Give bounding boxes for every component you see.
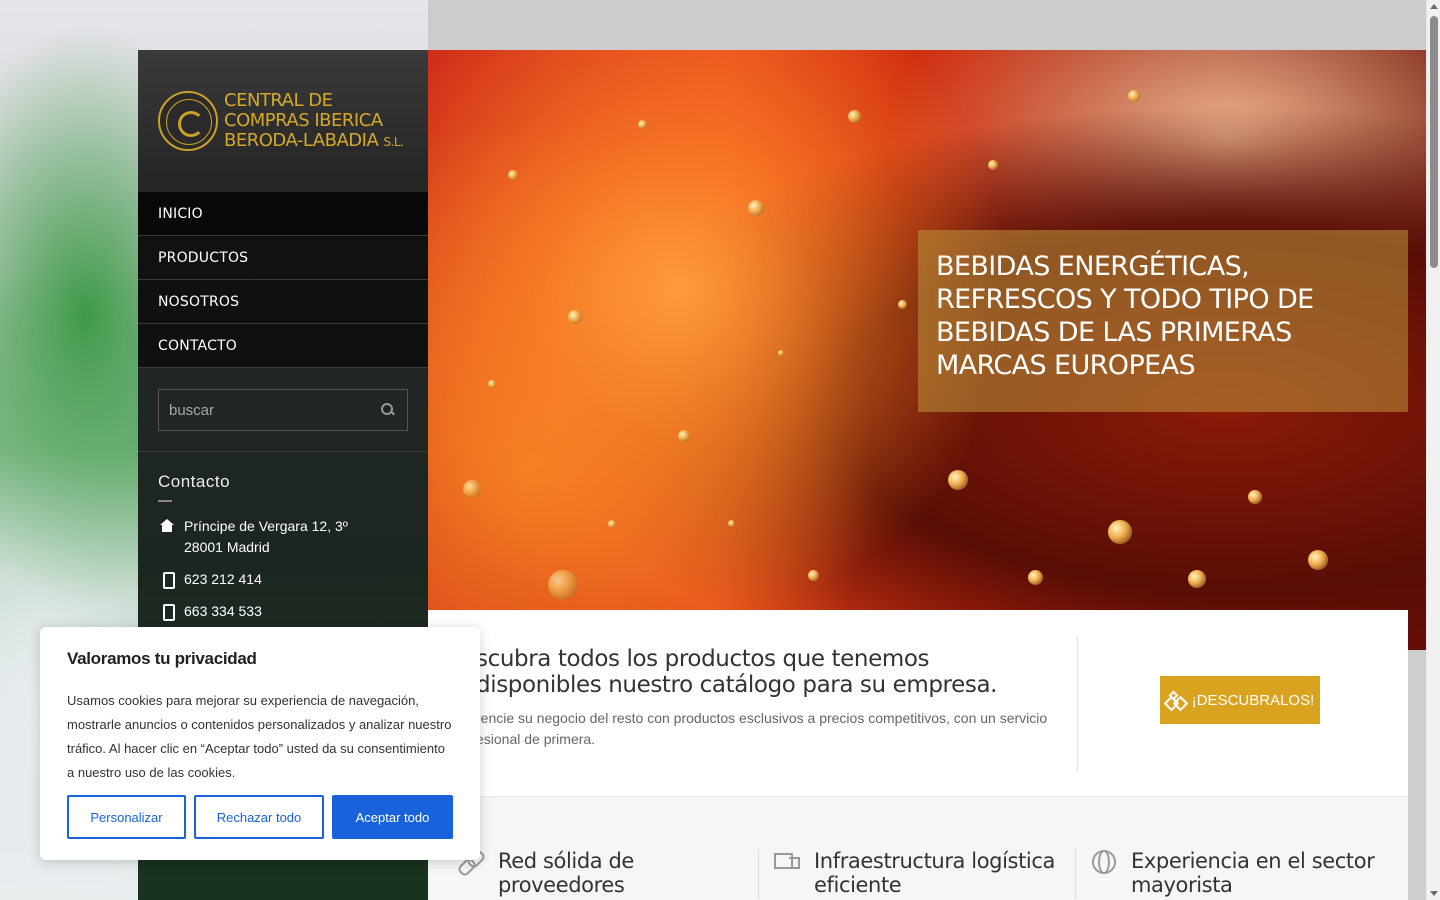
feature-logistics: Infraestructura logística eficiente (774, 849, 1064, 897)
contact-phone-2: 663 334 533 (158, 601, 408, 622)
mobile-phone-icon (160, 604, 175, 621)
logo-line-1: CENTRAL DE (224, 89, 333, 111)
address-line-2: 28001 Madrid (184, 539, 270, 555)
feature-title: Red sólida de proveedores (498, 849, 634, 897)
logo-line-3: BERODA-LABADIA S.L. (224, 129, 404, 152)
accept-all-button[interactable]: Aceptar todo (332, 795, 453, 839)
globe-icon (1091, 849, 1117, 875)
feature-title: Infraestructura logística eficiente (814, 849, 1055, 897)
discover-button-label: ¡DESCUBRALOS! (1191, 691, 1315, 709)
contact-phone-1: 623 212 414 (158, 569, 408, 590)
feature-separator (758, 849, 759, 899)
promo-title: scubra todos los productos que tenemos d… (476, 646, 998, 698)
truck-icon (774, 849, 800, 875)
contact-heading-rule (158, 500, 172, 502)
discover-button[interactable]: ¡DESCUBRALOS! (1160, 676, 1320, 724)
hero-caption: BEBIDAS ENERGÉTICAS, REFRESCOS Y TODO TI… (918, 230, 1408, 412)
reject-all-button[interactable]: Rechazar todo (194, 795, 324, 839)
customize-button[interactable]: Personalizar (67, 795, 186, 839)
phone-1-text[interactable]: 623 212 414 (184, 569, 262, 590)
feature-suppliers: Red sólida de proveedores (458, 849, 698, 897)
search-icon[interactable] (381, 403, 395, 417)
scroll-down-arrow-icon[interactable] (1430, 891, 1438, 896)
contact-address: Príncipe de Vergara 12, 3º 28001 Madrid (158, 516, 408, 558)
page-scrollbar[interactable] (1426, 0, 1440, 900)
search-box (158, 389, 408, 431)
site-logo[interactable]: CENTRAL DE COMPRAS IBERICA BERODA-LABADI… (138, 50, 428, 192)
phone-2-text[interactable]: 663 334 533 (184, 601, 262, 622)
home-icon (160, 519, 174, 533)
feature-experience: Experiencia en el sector mayorista (1091, 849, 1391, 897)
address-line-1: Príncipe de Vergara 12, 3º (184, 518, 348, 534)
cubes-icon (1166, 690, 1184, 708)
feature-separator (1075, 849, 1076, 899)
contact-list: Príncipe de Vergara 12, 3º 28001 Madrid … (158, 516, 408, 622)
logo-seal-icon (158, 91, 218, 151)
address-text: Príncipe de Vergara 12, 3º 28001 Madrid (184, 516, 348, 558)
logo-line-2: COMPRAS IBERICA (224, 109, 383, 131)
search-input[interactable] (169, 401, 369, 419)
features-section: Red sólida de proveedores Infraestructur… (428, 797, 1408, 900)
contact-heading: Contacto (158, 472, 231, 491)
scroll-up-arrow-icon[interactable] (1430, 4, 1438, 9)
cookie-consent-banner: Valoramos tu privacidad Usamos cookies p… (40, 627, 480, 860)
scrollbar-thumb[interactable] (1430, 16, 1438, 268)
logo-line-3-text: BERODA-LABADIA (224, 129, 379, 151)
logo-text: CENTRAL DE COMPRAS IBERICA BERODA-LABADI… (224, 89, 404, 152)
main-nav: INICIO PRODUCTOS NOSOTROS CONTACTO (138, 192, 428, 368)
hero-headline: BEBIDAS ENERGÉTICAS, REFRESCOS Y TODO TI… (936, 251, 1314, 381)
hero-banner: BEBIDAS ENERGÉTICAS, REFRESCOS Y TODO TI… (428, 50, 1426, 650)
nav-item-productos[interactable]: PRODUCTOS (138, 236, 428, 280)
promo-subtitle: rencie su negocio del resto con producto… (476, 710, 1048, 747)
logo-suffix: S.L. (383, 134, 404, 149)
promo-divider (1077, 636, 1078, 772)
nav-item-inicio[interactable]: INICIO (138, 192, 428, 236)
cookie-text: Usamos cookies para mejorar su experienc… (67, 693, 452, 780)
promo-text: scubra todos los productos que tenemos d… (476, 646, 1061, 750)
cookie-title: Valoramos tu privacidad (67, 649, 257, 668)
nav-item-nosotros[interactable]: NOSOTROS (138, 280, 428, 324)
nav-item-contacto[interactable]: CONTACTO (138, 324, 428, 368)
promo-bar: scubra todos los productos que tenemos d… (428, 610, 1408, 797)
feature-title: Experiencia en el sector mayorista (1131, 849, 1375, 897)
mobile-phone-icon (160, 572, 175, 589)
cookie-actions: Personalizar Rechazar todo Aceptar todo (67, 795, 453, 839)
top-band (428, 0, 1428, 50)
search-section (138, 368, 428, 452)
